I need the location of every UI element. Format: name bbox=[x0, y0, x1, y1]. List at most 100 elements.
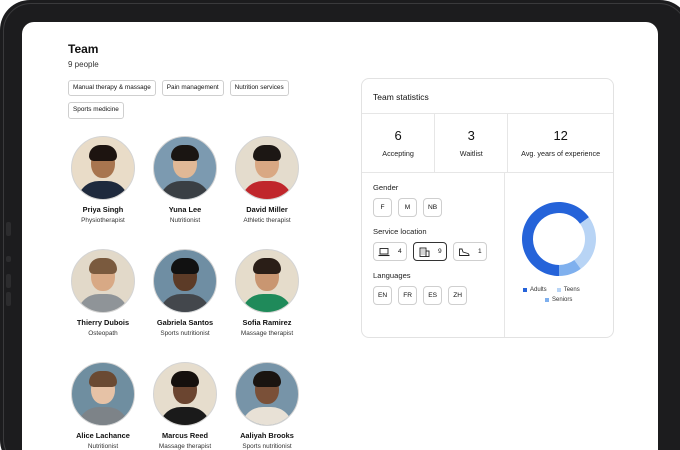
legend-swatch bbox=[523, 288, 527, 292]
gender-nb-chip[interactable]: NB bbox=[423, 198, 443, 217]
legend-item: Seniors bbox=[545, 297, 572, 303]
building-icon bbox=[419, 247, 430, 257]
team-member-card[interactable]: Yuna Lee Nutritionist bbox=[144, 136, 226, 241]
tag-nutrition-services[interactable]: Nutrition services bbox=[229, 80, 289, 97]
team-statistics-card: Team statistics 6 Accepting 3 Waitlist 1… bbox=[361, 78, 614, 338]
team-member-card[interactable]: Marcus Reed Massage therapist bbox=[144, 362, 226, 450]
page-title: Team bbox=[68, 42, 99, 56]
member-role: Nutritionist bbox=[87, 443, 119, 450]
team-member-card[interactable]: Aaliyah Brooks Sports nutritionist bbox=[226, 362, 308, 450]
side-button bbox=[6, 292, 11, 306]
legend-label: Adults bbox=[530, 287, 547, 293]
metric-experience: 12 Avg. years of experience bbox=[508, 114, 613, 172]
avatar-hair bbox=[89, 371, 117, 387]
location-count: 1 bbox=[478, 248, 482, 255]
avatar-body bbox=[241, 294, 293, 312]
specialty-tags: Manual therapy & massage Pain management… bbox=[68, 80, 328, 119]
avatar-body bbox=[241, 407, 293, 425]
legend-swatch bbox=[556, 288, 561, 292]
member-name: Alice Lachance bbox=[76, 431, 130, 440]
avatar-body bbox=[159, 407, 211, 425]
card-title: Team statistics bbox=[362, 79, 613, 114]
member-role: Sports nutritionist bbox=[160, 330, 210, 337]
team-member-card[interactable]: Alice Lachance Nutritionist bbox=[62, 362, 144, 450]
avatar bbox=[153, 136, 217, 200]
member-name: Thierry Dubois bbox=[76, 318, 130, 327]
team-count: 9 people bbox=[68, 60, 99, 69]
metric-waitlist: 3 Waitlist bbox=[435, 114, 509, 172]
avatar-body bbox=[159, 181, 211, 199]
avatar bbox=[71, 136, 135, 200]
tag-pain-management[interactable]: Pain management bbox=[161, 80, 224, 97]
legend-item: Adults bbox=[523, 287, 547, 293]
avatar-body bbox=[77, 407, 129, 425]
metric-accepting: 6 Accepting bbox=[362, 114, 436, 172]
member-role: Sports nutritionist bbox=[242, 443, 292, 450]
avatar-body bbox=[159, 294, 211, 312]
avatar bbox=[153, 362, 217, 426]
member-name: Yuna Lee bbox=[168, 205, 202, 214]
avatar-body bbox=[241, 181, 293, 199]
member-role: Massage therapist bbox=[158, 443, 212, 450]
gender-f-chip[interactable]: F bbox=[373, 198, 392, 217]
language-en-chip[interactable]: EN bbox=[373, 286, 393, 305]
team-member-card[interactable]: Gabriela Santos Sports nutritionist bbox=[144, 249, 226, 354]
team-members-grid: Priya Singh Physiotherapist Yuna Lee Nutrit… bbox=[62, 136, 316, 450]
member-role: Osteopath bbox=[88, 330, 118, 337]
gender-label: Gender bbox=[373, 183, 399, 192]
language-es-chip[interactable]: ES bbox=[423, 286, 443, 305]
legend-label: Seniors bbox=[552, 297, 573, 303]
member-name: Sofia Ramirez bbox=[242, 318, 292, 327]
member-role: Physiotherapist bbox=[81, 217, 125, 224]
member-role: Nutritionist bbox=[169, 217, 201, 224]
member-name: Aaliyah Brooks bbox=[240, 431, 294, 440]
age-distribution-chart: Adults Teens Seniors bbox=[505, 173, 613, 337]
metrics-row: 6 Accepting 3 Waitlist 12 Avg. years of … bbox=[362, 114, 613, 173]
side-button bbox=[6, 274, 11, 288]
member-name: David Miller bbox=[246, 205, 288, 214]
donut-chart bbox=[522, 202, 596, 276]
avatar bbox=[153, 249, 217, 313]
member-role: Athletic therapist bbox=[243, 217, 291, 224]
legend-label: Teens bbox=[563, 287, 580, 293]
chart-legend: Adults Teens Seniors bbox=[523, 287, 580, 303]
tag-manual-therapy[interactable]: Manual therapy & massage bbox=[68, 80, 156, 97]
location-clinic-chip[interactable]: 9 bbox=[413, 242, 447, 261]
side-button bbox=[6, 222, 11, 236]
metric-label: Accepting bbox=[382, 149, 414, 158]
avatar-hair bbox=[171, 145, 199, 161]
location-home-chip[interactable]: 1 bbox=[453, 242, 487, 261]
avatar bbox=[71, 362, 135, 426]
language-fr-chip[interactable]: FR bbox=[398, 286, 418, 305]
team-member-card[interactable]: Sofia Ramirez Massage therapist bbox=[226, 249, 308, 354]
avatar bbox=[235, 136, 299, 200]
donut-slice-teens bbox=[574, 217, 596, 269]
laptop-icon bbox=[378, 247, 390, 256]
avatar-hair bbox=[89, 145, 117, 161]
avatar-body bbox=[77, 294, 129, 312]
team-member-card[interactable]: Priya Singh Physiotherapist bbox=[62, 136, 144, 241]
avatar-hair bbox=[89, 258, 117, 274]
member-name: Priya Singh bbox=[82, 205, 124, 214]
location-virtual-chip[interactable]: 4 bbox=[373, 242, 407, 261]
language-zh-chip[interactable]: ZH bbox=[448, 286, 468, 305]
avatar-body bbox=[77, 181, 129, 199]
metric-value: 3 bbox=[467, 128, 475, 143]
member-role: Massage therapist bbox=[240, 330, 294, 337]
avatar-hair bbox=[171, 371, 199, 387]
gender-m-chip[interactable]: M bbox=[398, 198, 417, 217]
side-button bbox=[6, 256, 11, 262]
team-member-card[interactable]: Thierry Dubois Osteopath bbox=[62, 249, 144, 354]
avatar bbox=[235, 249, 299, 313]
shoe-icon bbox=[459, 248, 470, 256]
metric-label: Waitlist bbox=[459, 149, 483, 158]
legend-item: Teens bbox=[556, 287, 580, 293]
tag-sports-medicine[interactable]: Sports medicine bbox=[68, 102, 124, 119]
avatar-hair bbox=[171, 258, 199, 274]
avatar-hair bbox=[253, 371, 281, 387]
location-count: 4 bbox=[398, 248, 402, 255]
location-count: 9 bbox=[438, 248, 442, 255]
team-member-card[interactable]: David Miller Athletic therapist bbox=[226, 136, 308, 241]
tablet-screen: Team 9 people Manual therapy & massage P… bbox=[22, 22, 658, 450]
avatar-hair bbox=[253, 145, 281, 161]
